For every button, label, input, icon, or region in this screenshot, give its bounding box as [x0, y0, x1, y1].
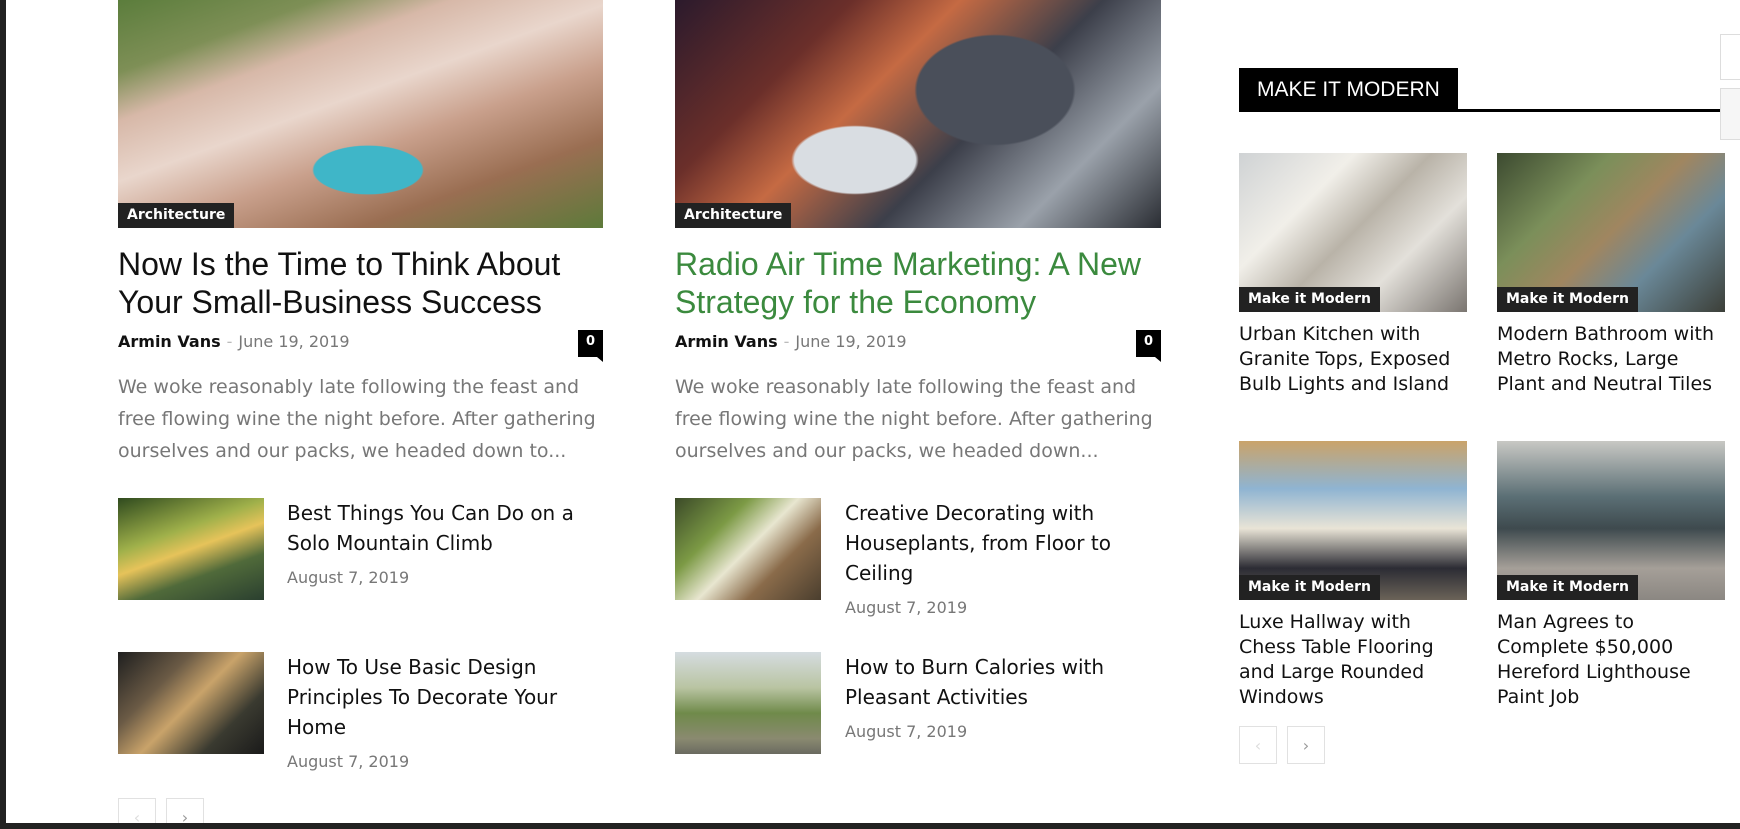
- module-image-bathroom[interactable]: Make it Modern: [1497, 153, 1725, 312]
- post-meta: Armin Vans - June 19, 2019: [675, 332, 907, 351]
- next-page-button[interactable]: ›: [166, 798, 204, 823]
- module-title[interactable]: Urban Kitchen with Granite Tops, Exposed…: [1239, 322, 1467, 397]
- list-item-title[interactable]: Best Things You Can Do on a Solo Mountai…: [287, 498, 587, 558]
- category-tag[interactable]: Architecture: [675, 203, 792, 228]
- category-tag[interactable]: Make it Modern: [1497, 287, 1638, 312]
- category-tag[interactable]: Make it Modern: [1497, 575, 1638, 600]
- chevron-left-icon: ‹: [1254, 735, 1262, 755]
- prev-page-button[interactable]: ‹: [118, 798, 156, 823]
- featured-title[interactable]: Radio Air Time Marketing: A New Strategy…: [675, 245, 1161, 321]
- post-meta: Armin Vans - June 19, 2019: [118, 332, 350, 351]
- list-thumbnail[interactable]: [118, 652, 264, 754]
- post-date: June 19, 2019: [795, 332, 907, 351]
- post-date: June 19, 2019: [238, 332, 350, 351]
- module-image-hallway[interactable]: Make it Modern: [1239, 441, 1467, 600]
- category-tag[interactable]: Architecture: [118, 203, 235, 228]
- module-image-kitchen[interactable]: Make it Modern: [1239, 153, 1467, 312]
- author-name[interactable]: Armin Vans: [675, 332, 778, 351]
- comment-count-badge[interactable]: 0: [578, 330, 603, 362]
- post-excerpt: We woke reasonably late following the fe…: [118, 376, 596, 462]
- side-widget-tab[interactable]: [1720, 34, 1740, 80]
- list-item-title[interactable]: How to Burn Calories with Pleasant Activ…: [845, 652, 1145, 712]
- page: Architecture Now Is the Time to Think Ab…: [6, 0, 1740, 823]
- block-title[interactable]: MAKE IT MODERN: [1239, 68, 1458, 112]
- module-title[interactable]: Man Agrees to Complete $50,000 Hereford …: [1497, 610, 1725, 710]
- module-image-office[interactable]: Make it Modern: [1497, 441, 1725, 600]
- meta-separator: -: [226, 332, 233, 351]
- next-page-button[interactable]: ›: [1287, 726, 1325, 764]
- list-item-date: August 7, 2019: [287, 752, 410, 771]
- side-widget-tab[interactable]: [1720, 88, 1740, 140]
- list-item-title[interactable]: How To Use Basic Design Principles To De…: [287, 652, 587, 742]
- post-excerpt: We woke reasonably late following the fe…: [675, 376, 1153, 462]
- list-item-date: August 7, 2019: [845, 722, 968, 741]
- list-thumbnail[interactable]: [118, 498, 264, 600]
- featured-image-villa[interactable]: Architecture: [118, 0, 603, 228]
- list-item-date: August 7, 2019: [845, 598, 968, 617]
- block-header: MAKE IT MODERN: [1239, 68, 1740, 112]
- meta-separator: -: [783, 332, 790, 351]
- chevron-left-icon: ‹: [133, 807, 141, 824]
- featured-title[interactable]: Now Is the Time to Think About Your Smal…: [118, 245, 603, 321]
- module-title[interactable]: Modern Bathroom with Metro Rocks, Large …: [1497, 322, 1725, 397]
- category-tag[interactable]: Make it Modern: [1239, 287, 1380, 312]
- author-name[interactable]: Armin Vans: [118, 332, 221, 351]
- comment-count-badge[interactable]: 0: [1136, 330, 1161, 362]
- featured-image-dj-mixer[interactable]: Architecture: [675, 0, 1161, 228]
- category-tag[interactable]: Make it Modern: [1239, 575, 1380, 600]
- chevron-right-icon: ›: [181, 807, 189, 824]
- prev-page-button[interactable]: ‹: [1239, 726, 1277, 764]
- module-title[interactable]: Luxe Hallway with Chess Table Flooring a…: [1239, 610, 1467, 710]
- list-item-date: August 7, 2019: [287, 568, 410, 587]
- list-thumbnail[interactable]: [675, 652, 821, 754]
- list-item-title[interactable]: Creative Decorating with Houseplants, fr…: [845, 498, 1145, 588]
- list-thumbnail[interactable]: [675, 498, 821, 600]
- chevron-right-icon: ›: [1302, 735, 1310, 755]
